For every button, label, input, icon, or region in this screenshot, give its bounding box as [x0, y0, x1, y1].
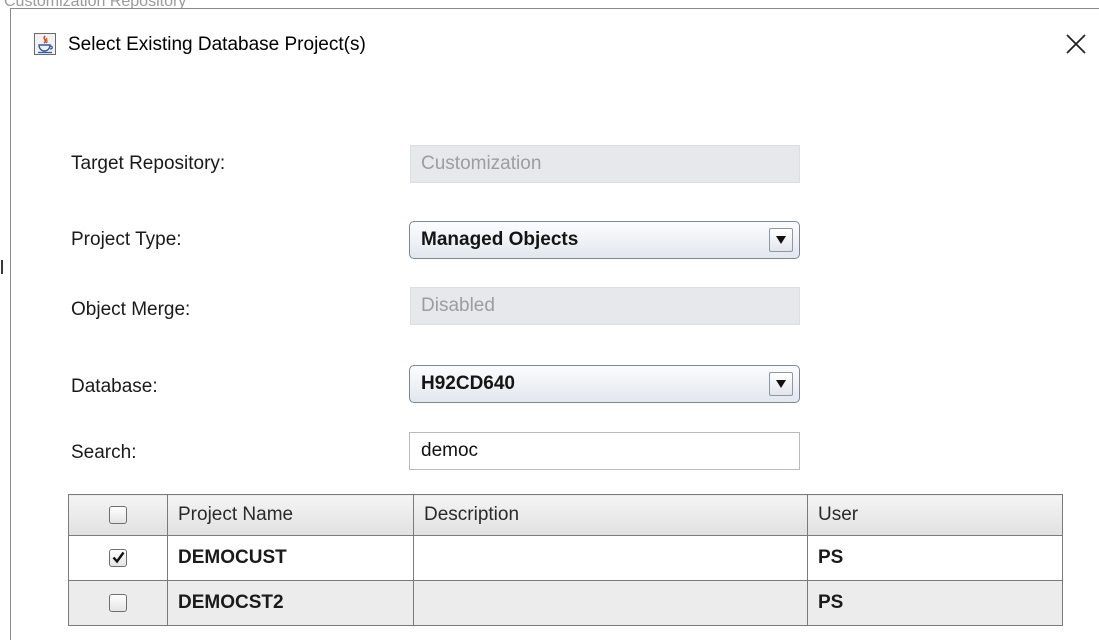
- object-merge-field: Disabled: [410, 287, 800, 325]
- row-select-cell[interactable]: [68, 580, 168, 626]
- background-window-edge: [1, 260, 3, 274]
- project-type-label: Project Type:: [71, 229, 182, 250]
- object-merge-label: Object Merge:: [71, 299, 191, 320]
- java-app-icon: [34, 33, 56, 55]
- column-header-project-name[interactable]: Project Name: [167, 494, 414, 536]
- cell-user: PS: [807, 535, 1063, 581]
- select-all-header[interactable]: [68, 494, 168, 536]
- database-label: Database:: [71, 376, 158, 397]
- database-selected: H92CD640: [421, 373, 515, 394]
- column-header-user[interactable]: User: [807, 494, 1063, 536]
- project-type-dropdown[interactable]: Managed Objects: [409, 221, 800, 259]
- search-label: Search:: [71, 442, 137, 463]
- target-repository-label: Target Repository:: [71, 153, 226, 174]
- dropdown-arrow-icon[interactable]: [769, 228, 793, 252]
- table-row[interactable]: DEMOCST2 PS: [68, 580, 1063, 626]
- select-all-checkbox[interactable]: [109, 505, 127, 524]
- cell-description: [413, 535, 808, 581]
- cell-project-name: DEMOCST2: [167, 580, 414, 626]
- cell-description: [413, 580, 808, 626]
- cell-project-name: DEMOCUST: [167, 535, 414, 581]
- table-header-row: Project Name Description User: [68, 494, 1063, 536]
- dropdown-arrow-icon[interactable]: [769, 372, 793, 396]
- close-icon[interactable]: [1061, 29, 1091, 59]
- cell-user: PS: [807, 580, 1063, 626]
- project-type-selected: Managed Objects: [421, 229, 579, 250]
- target-repository-field: Customization: [410, 145, 800, 183]
- dialog-title: Select Existing Database Project(s): [68, 34, 366, 55]
- dialog-titlebar[interactable]: Select Existing Database Project(s): [11, 9, 1099, 79]
- database-dropdown[interactable]: H92CD640: [409, 365, 800, 403]
- table-row[interactable]: DEMOCUST PS: [68, 535, 1063, 581]
- screen: Customization Repository Select Existing…: [0, 0, 1099, 640]
- row-checkbox[interactable]: [109, 593, 127, 612]
- column-header-description[interactable]: Description: [413, 494, 808, 536]
- row-select-cell[interactable]: [68, 535, 168, 581]
- row-checkbox-checked[interactable]: [109, 548, 127, 567]
- search-input[interactable]: democ: [409, 432, 800, 470]
- close-button[interactable]: [1061, 29, 1091, 59]
- checkmark-icon: [112, 551, 125, 564]
- projects-table: Project Name Description User DEMOCUST P…: [68, 494, 1063, 626]
